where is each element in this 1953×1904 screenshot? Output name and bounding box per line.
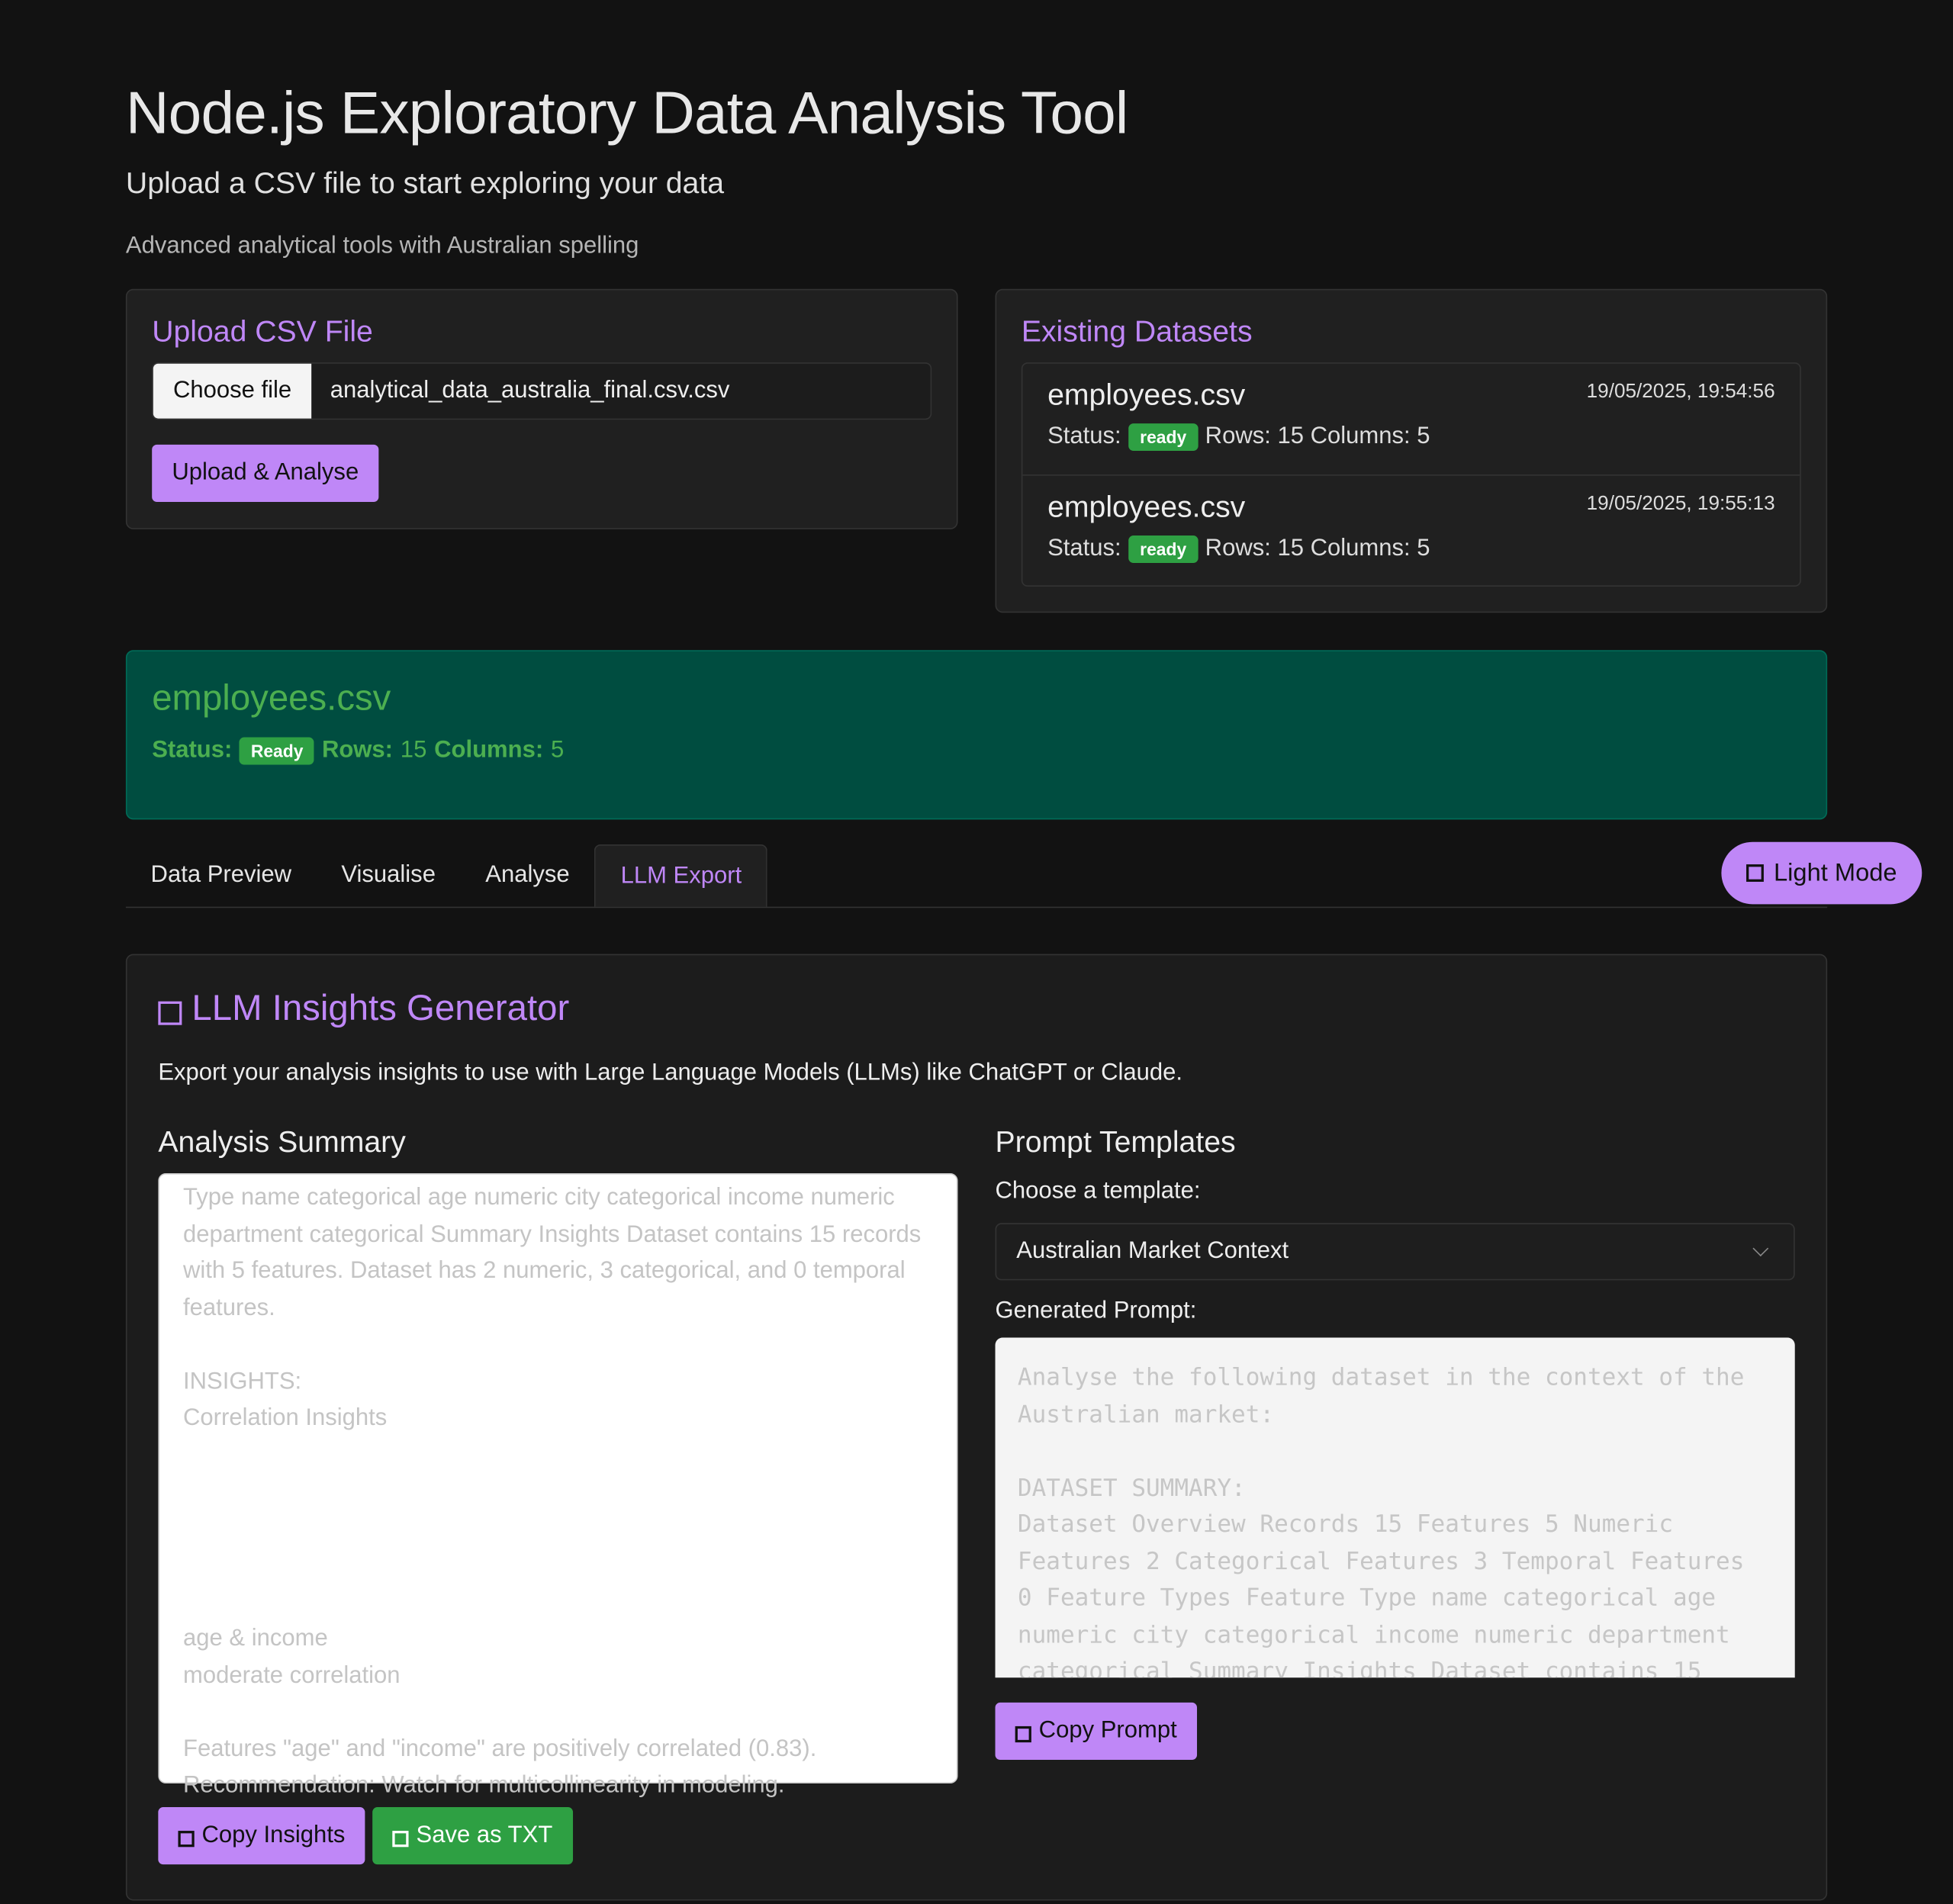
summary-actions: Copy Insights Save as TXT [158, 1807, 957, 1865]
existing-title: Existing Datasets [1021, 315, 1253, 349]
dataset-stats: Rows: 15 Columns: 5 [1205, 536, 1430, 562]
selected-dataset-name: employees.csv [152, 678, 391, 719]
status-badge: ready [1128, 423, 1198, 452]
checkbox-square-icon [178, 1830, 195, 1847]
page-title: Node.js Exploratory Data Analysis Tool [125, 81, 1128, 147]
page-tagline: Advanced analytical tools with Australia… [125, 233, 639, 259]
prompt-templates-column: Prompt Templates Choose a template: Aust… [995, 1125, 1795, 1864]
analysis-summary-column: Analysis Summary Type name categorical a… [158, 1125, 958, 1865]
prompt-templates-title: Prompt Templates [995, 1125, 1236, 1160]
dataset-meta: Status: ready Rows: 15 Columns: 5 [1047, 423, 1774, 452]
checkbox-square-icon [392, 1830, 409, 1847]
checkbox-square-icon [1015, 1726, 1031, 1742]
columns-value: 5 [550, 737, 565, 764]
dataset-meta: Status: ready Rows: 15 Columns: 5 [1047, 536, 1774, 563]
rows-value: 15 [400, 737, 427, 764]
copy-prompt-button[interactable]: Copy Prompt [995, 1702, 1197, 1761]
template-select-value: Australian Market Context [1016, 1237, 1289, 1265]
selected-file-name: analytical_data_australia_final.csv.csv [330, 377, 730, 404]
dataset-item[interactable]: employees.csv 19/05/2025, 19:54:56 Statu… [1022, 364, 1800, 474]
checkbox-square-icon [1746, 864, 1764, 882]
dataset-stats: Rows: 15 Columns: 5 [1205, 423, 1430, 450]
generated-prompt-textarea[interactable]: Analyse the following dataset in the con… [995, 1337, 1795, 1678]
light-mode-button[interactable]: Light Mode [1721, 841, 1922, 905]
tab-data-preview[interactable]: Data Preview [126, 844, 317, 907]
analysis-summary-textarea[interactable]: Type name categorical age numeric city c… [158, 1173, 958, 1799]
save-txt-label: Save as TXT [416, 1822, 553, 1848]
status-badge: ready [1128, 536, 1198, 563]
status-label: Status: [1047, 536, 1121, 562]
upload-card: Upload CSV File Choose file analytical_d… [125, 288, 958, 529]
tab-visualise[interactable]: Visualise [317, 844, 461, 907]
file-input[interactable]: Choose file analytical_data_australia_fi… [152, 362, 932, 420]
page-subtitle: Upload a CSV file to start exploring you… [125, 166, 725, 201]
llm-description: Export your analysis insights to use wit… [158, 1060, 1182, 1086]
choose-file-button[interactable]: Choose file [153, 363, 312, 419]
llm-columns: Analysis Summary Type name categorical a… [158, 1125, 1795, 1865]
rows-label: Rows: [321, 737, 394, 764]
tab-analyse[interactable]: Analyse [461, 844, 595, 907]
upload-title: Upload CSV File [152, 315, 373, 349]
columns-label: Columns: [434, 737, 544, 764]
light-mode-label: Light Mode [1774, 858, 1897, 886]
status-badge: Ready [240, 737, 315, 765]
generated-prompt-label: Generated Prompt: [995, 1298, 1197, 1324]
status-label: Status: [1047, 423, 1121, 450]
llm-insights-panel: LLM Insights Generator Export your analy… [125, 954, 1828, 1901]
template-select[interactable]: Australian Market Context [995, 1223, 1795, 1281]
selected-dataset-banner: employees.csv Status: Ready Rows: 15 Col… [125, 650, 1828, 820]
llm-title: LLM Insights Generator [158, 989, 1794, 1030]
analysis-summary-title: Analysis Summary [158, 1125, 406, 1160]
tab-bar: Data Preview Visualise Analyse LLM Expor… [125, 841, 1922, 909]
main-container: Node.js Exploratory Data Analysis Tool U… [0, 0, 1953, 1901]
dataset-item[interactable]: employees.csv 19/05/2025, 19:55:13 Statu… [1022, 474, 1800, 585]
copy-insights-button[interactable]: Copy Insights [158, 1807, 365, 1865]
status-label: Status: [152, 737, 233, 764]
selected-dataset-meta: Status: Ready Rows: 15 Columns: 5 [152, 737, 1801, 765]
top-row: Upload CSV File Choose file analytical_d… [125, 288, 1828, 613]
copy-insights-label: Copy Insights [201, 1822, 346, 1848]
save-txt-button[interactable]: Save as TXT [372, 1807, 573, 1865]
checkbox-square-icon [158, 1001, 182, 1025]
page: Node.js Exploratory Data Analysis Tool U… [0, 0, 1953, 1901]
dataset-list: employees.csv 19/05/2025, 19:54:56 Statu… [1021, 362, 1801, 587]
copy-prompt-label: Copy Prompt [1038, 1717, 1177, 1744]
dataset-date: 19/05/2025, 19:55:13 [1586, 493, 1775, 515]
existing-datasets-card: Existing Datasets employees.csv 19/05/20… [995, 288, 1828, 613]
chevron-down-icon [1752, 1240, 1769, 1257]
dataset-date: 19/05/2025, 19:54:56 [1586, 381, 1775, 403]
llm-title-text: LLM Insights Generator [191, 989, 570, 1029]
tab-llm-export[interactable]: LLM Export [594, 844, 768, 907]
choose-template-label: Choose a template: [995, 1178, 1201, 1204]
upload-analyse-button[interactable]: Upload & Analyse [152, 444, 379, 502]
